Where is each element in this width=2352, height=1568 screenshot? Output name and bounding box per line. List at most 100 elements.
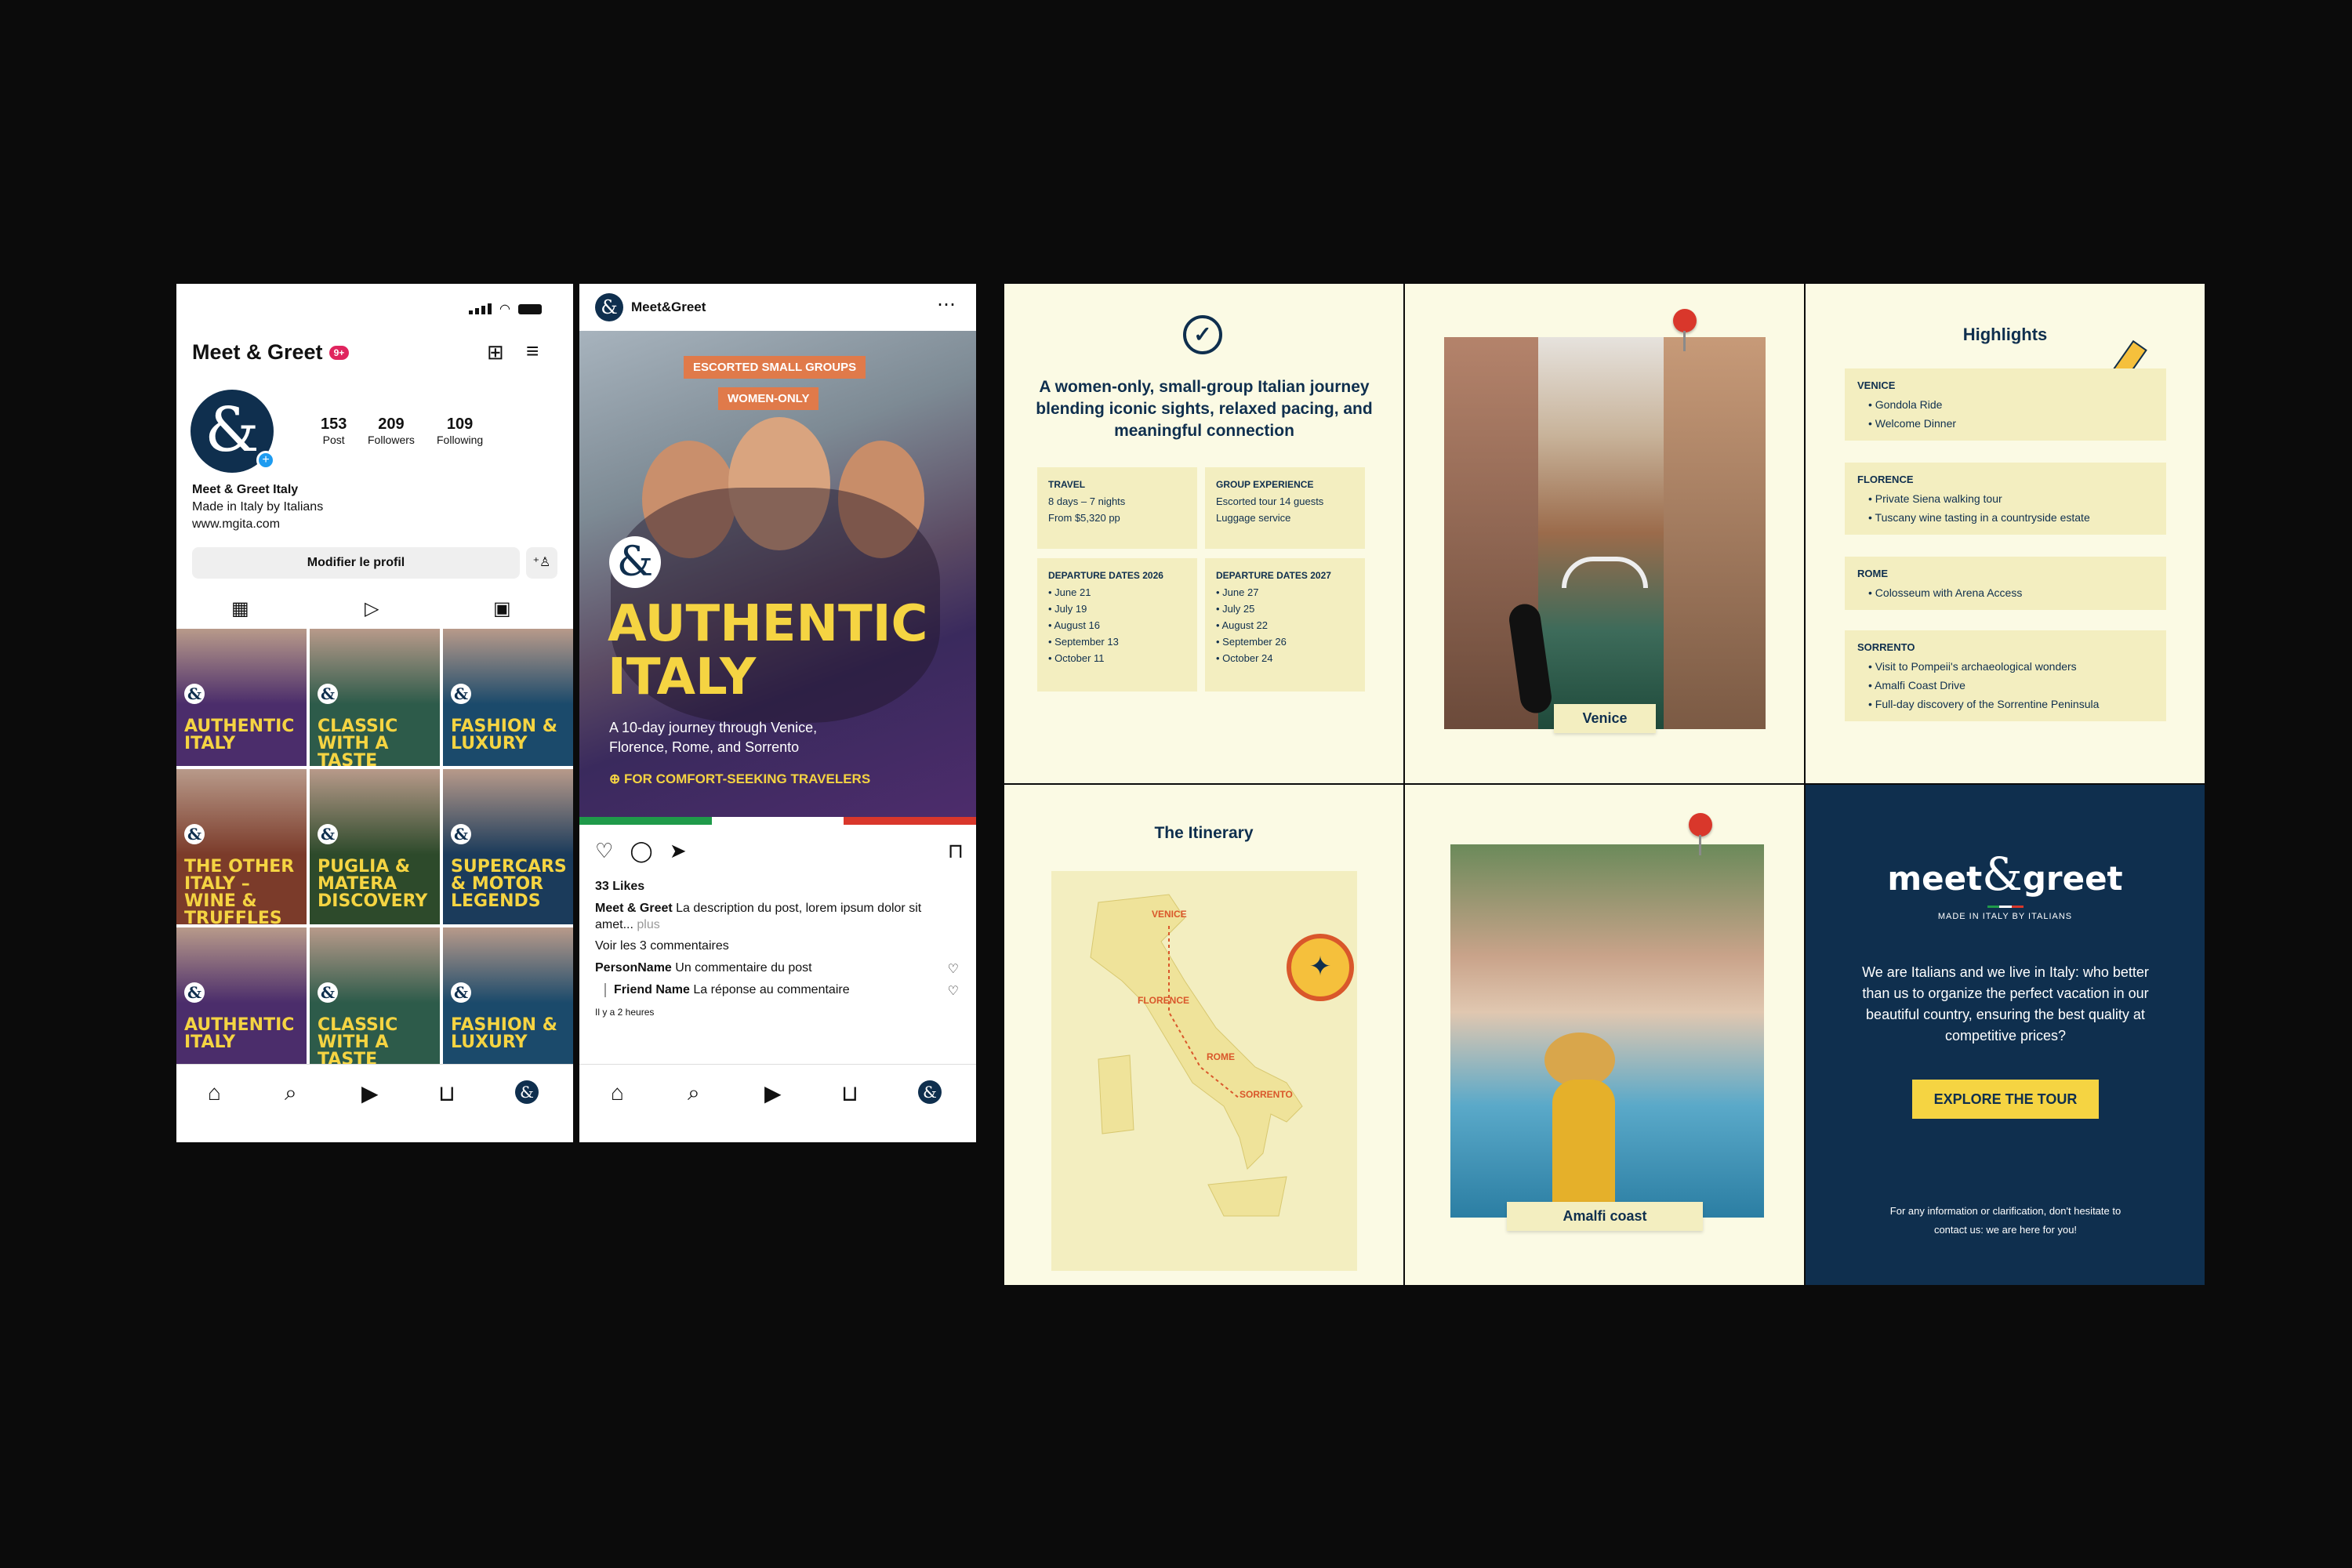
- italy-map: [1090, 894, 1303, 1217]
- tile-title: AUTHENTIC ITALY: [184, 717, 295, 753]
- brand-logo-icon: &: [318, 684, 338, 704]
- like-icon[interactable]: ♡: [595, 839, 613, 862]
- post-tile[interactable]: & SUPERCARS & MOTOR LEGENDS: [443, 769, 573, 924]
- search-icon[interactable]: ⌕: [285, 1080, 297, 1106]
- explore-tour-button[interactable]: EXPLORE THE TOUR: [1912, 1080, 2099, 1119]
- profile-nav-icon[interactable]: &: [918, 1080, 942, 1104]
- city-sorrento: SORRENTO: [1240, 1089, 1293, 1100]
- escorted-tag: ESCORTED SMALL GROUPS: [684, 356, 866, 379]
- bridge: [1562, 557, 1648, 588]
- bottom-nav: ⌂ ⌕ ▶ ⊔ &: [579, 1064, 976, 1142]
- pushpin-icon: [1689, 813, 1712, 855]
- avatar[interactable]: & +: [191, 390, 275, 473]
- post-tile[interactable]: & FASHION & LUXURY: [443, 629, 573, 767]
- tagged-icon[interactable]: ▣: [493, 597, 511, 620]
- reels-nav-icon[interactable]: ▶: [361, 1080, 379, 1106]
- share-icon[interactable]: ➤: [670, 839, 687, 862]
- post-headline: AUTHENTIC ITALY: [608, 595, 928, 706]
- post-header: & Meet&Greet ⋯: [579, 284, 976, 331]
- post-subtitle: A 10-day journey through Venice, Florenc…: [609, 720, 818, 755]
- wifi-icon: ◠: [499, 303, 510, 316]
- post-tile[interactable]: & PUGLIA & MATERA DISCOVERY: [310, 769, 440, 924]
- add-story-icon[interactable]: +: [256, 451, 275, 470]
- brand-logo-icon: &: [184, 684, 205, 704]
- sardinia-shape: [1098, 1054, 1134, 1134]
- post-tile[interactable]: & CLASSIC WITH A TASTE: [310, 629, 440, 767]
- dates-2026-box: DEPARTURE DATES 2026 June 21July 19Augus…: [1037, 558, 1197, 691]
- venice-photo: [1444, 337, 1766, 729]
- bio-link[interactable]: www.mgita.com: [192, 516, 323, 533]
- slide-amalfi: Amalfi coast: [1405, 785, 1804, 1285]
- tile-title: FASHION & LUXURY: [451, 1014, 557, 1052]
- reels-nav-icon[interactable]: ▶: [764, 1080, 782, 1106]
- post-tile[interactable]: & CLASSIC WITH A TASTE: [310, 927, 440, 1065]
- city-rome: ROME: [1207, 1051, 1235, 1062]
- home-icon[interactable]: ⌂: [611, 1080, 624, 1105]
- brand-logo-icon: &: [184, 982, 205, 1003]
- save-icon[interactable]: ⊓: [948, 839, 964, 863]
- more-options-icon[interactable]: ⋯: [937, 293, 956, 316]
- city-venice: VENICE: [1152, 909, 1187, 920]
- brand-tagline: MADE IN ITALY BY ITALIANS: [1937, 912, 2073, 921]
- tile-title: THE OTHER ITALY – WINE & TRUFFLES: [184, 857, 295, 924]
- highlight-venice: VENICE Gondola RideWelcome Dinner: [1845, 368, 2166, 441]
- post-tile[interactable]: & FASHION & LUXURY: [443, 927, 573, 1065]
- highlight-rome: ROME Colosseum with Arena Access: [1845, 557, 2166, 610]
- dates-2027-box: DEPARTURE DATES 2027 June 27July 25Augus…: [1205, 558, 1365, 691]
- home-icon[interactable]: ⌂: [208, 1080, 221, 1105]
- post-actions: ♡ ◯ ➤ ⊓: [595, 839, 964, 863]
- overview-heading: A women-only, small-group Italian journe…: [1036, 378, 1373, 440]
- bio-line: Made in Italy by Italians: [192, 500, 324, 514]
- comment-icon[interactable]: ◯: [630, 839, 653, 862]
- search-icon[interactable]: ⌕: [688, 1080, 700, 1106]
- view-comments-link[interactable]: Voir les 3 commentaires: [595, 939, 729, 953]
- edit-profile-button[interactable]: Modifier le profil: [192, 547, 520, 579]
- women-only-tag: WOMEN-ONLY: [718, 387, 819, 410]
- brand-logo-icon: &: [451, 982, 471, 1003]
- shop-icon[interactable]: ⊔: [841, 1080, 858, 1106]
- contact-footer: For any information or clarification, do…: [1889, 1205, 2122, 1236]
- more-link[interactable]: plus: [637, 918, 659, 931]
- highlight-sorrento: SORRENTO Visit to Pompeii's archaeologic…: [1845, 630, 2166, 721]
- profile-nav-icon[interactable]: &: [515, 1080, 539, 1104]
- post-avatar[interactable]: &: [595, 293, 623, 321]
- menu-icon[interactable]: ≡: [526, 340, 539, 362]
- bottom-nav: ⌂ ⌕ ▶ ⊔ &: [176, 1064, 573, 1142]
- reply-like-icon[interactable]: ♡: [948, 983, 959, 999]
- likes-count[interactable]: 33 Likes: [595, 880, 644, 894]
- post-account-name[interactable]: Meet&Greet: [631, 299, 706, 315]
- brand-logo-icon: &: [318, 824, 338, 845]
- woman-figure: [1552, 1080, 1615, 1218]
- post-tile[interactable]: & AUTHENTIC ITALY: [176, 629, 307, 767]
- tile-title: AUTHENTIC ITALY: [184, 1014, 295, 1052]
- slide-highlights: Highlights VENICE Gondola RideWelcome Di…: [1806, 284, 2205, 783]
- add-person-icon[interactable]: ⁺♙: [526, 547, 557, 579]
- amalfi-label: Amalfi coast: [1507, 1202, 1703, 1231]
- grid-icon[interactable]: ▦: [231, 597, 249, 620]
- post-tile[interactable]: & THE OTHER ITALY – WINE & TRUFFLES: [176, 769, 307, 924]
- brand-logo: meet&greet: [1887, 848, 2123, 901]
- shop-icon[interactable]: ⊔: [438, 1080, 456, 1106]
- post-phone: & Meet&Greet ⋯ ESCORTED SMALL GROUPS WOM…: [579, 284, 976, 1142]
- reels-icon[interactable]: ▷: [365, 597, 379, 620]
- italian-flag-strip: [579, 817, 976, 825]
- notification-badge[interactable]: 9+: [328, 345, 350, 360]
- brand-logo-icon: &: [184, 824, 205, 845]
- slide-itinerary: The Itinerary VENICE FLORENCE ROME SORRE…: [1004, 785, 1403, 1285]
- stat-following[interactable]: 109 Following: [437, 416, 483, 448]
- bio-name: Meet & Greet Italy: [192, 483, 299, 496]
- slide-overview: ✓ A women-only, small-group Italian jour…: [1004, 284, 1403, 783]
- bio: Meet & Greet Italy Made in Italy by Ital…: [192, 481, 323, 533]
- travel-box: TRAVEL 8 days – 7 nights From $5,320 pp: [1037, 467, 1197, 549]
- comment-like-icon[interactable]: ♡: [948, 961, 959, 977]
- profile-name: Meet & Greet: [192, 340, 323, 364]
- brand-logo-icon: &: [451, 824, 471, 845]
- post-tile[interactable]: & AUTHENTIC ITALY: [176, 927, 307, 1065]
- add-post-icon[interactable]: ⊞: [487, 342, 504, 362]
- stat-posts[interactable]: 153 Post: [321, 416, 347, 448]
- stat-followers[interactable]: 209 Followers: [368, 416, 415, 448]
- post-image[interactable]: ESCORTED SMALL GROUPS WOMEN-ONLY & AUTHE…: [579, 331, 976, 817]
- tile-title: SUPERCARS & MOTOR LEGENDS: [451, 857, 567, 912]
- sicily-shape: [1207, 1176, 1287, 1217]
- city-florence: FLORENCE: [1138, 995, 1189, 1006]
